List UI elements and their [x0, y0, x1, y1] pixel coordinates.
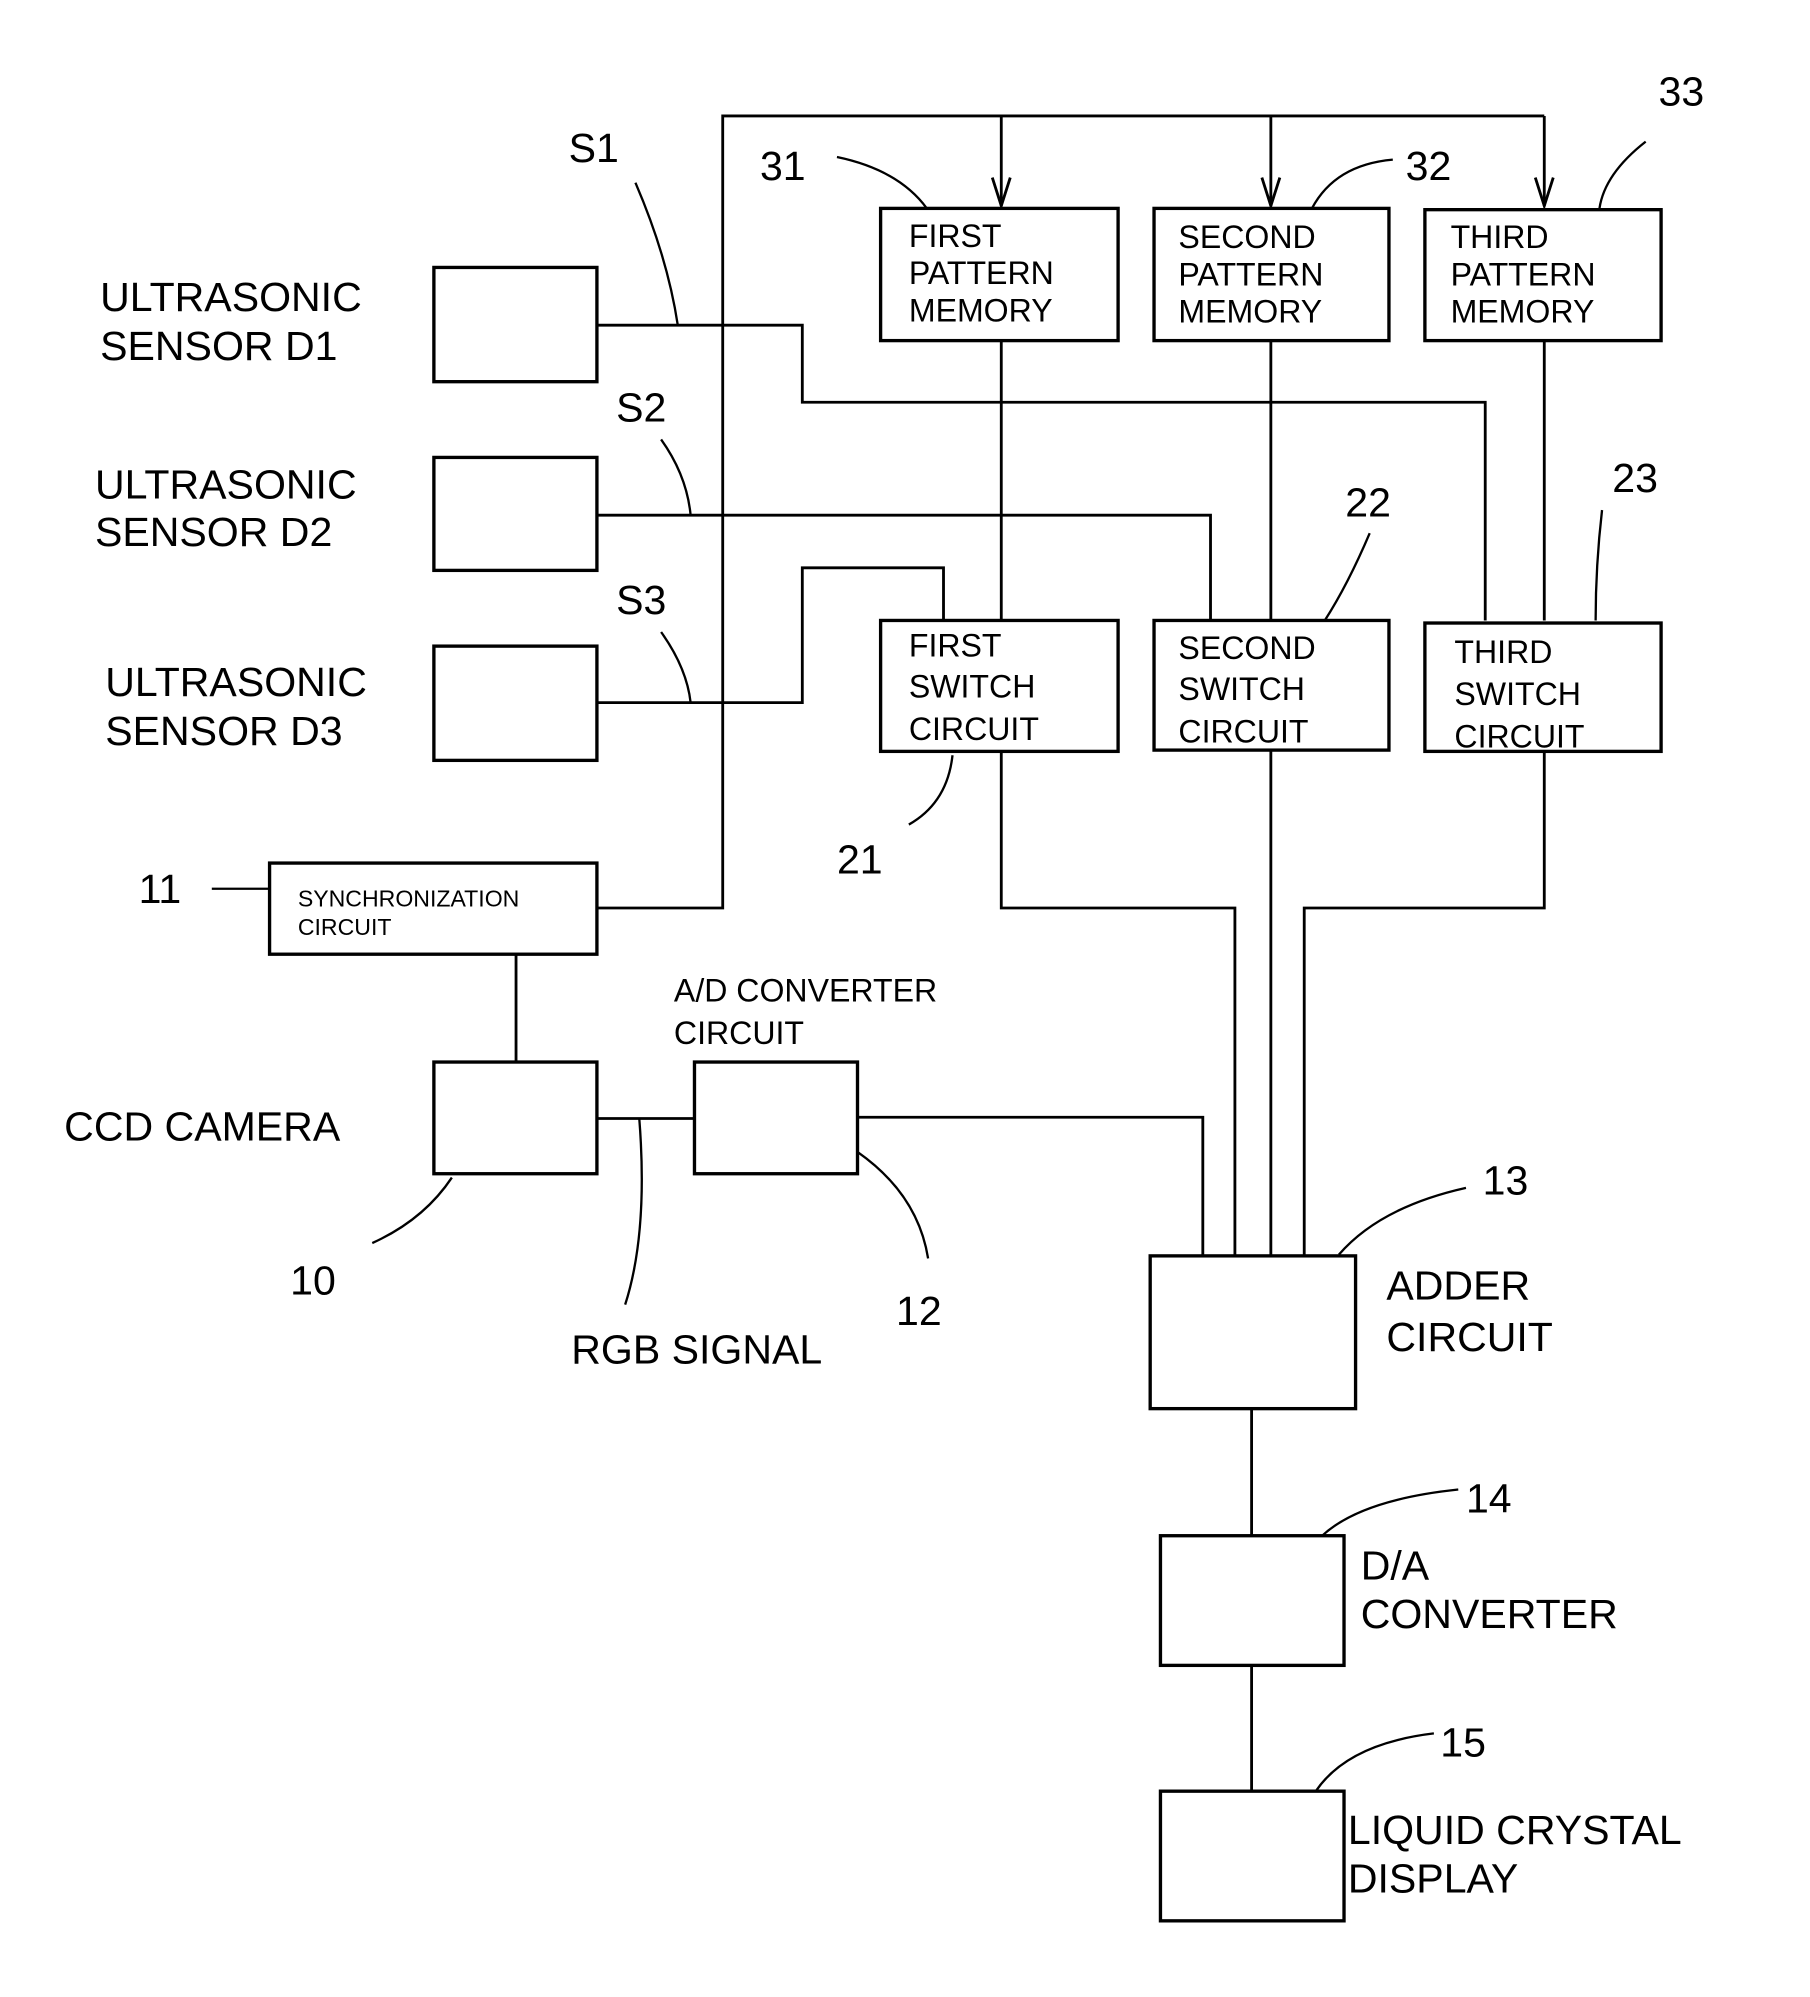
memory1-line3: MEMORY	[909, 292, 1053, 328]
lcd-line1: LIQUID CRYSTAL	[1348, 1807, 1682, 1853]
sensor-d1-line1: ULTRASONIC	[100, 274, 362, 320]
memory2-line3: MEMORY	[1178, 294, 1322, 330]
dac-line1: D/A	[1361, 1542, 1430, 1588]
memory1-line1: FIRST	[909, 218, 1002, 254]
ref-11: 11	[139, 866, 182, 912]
liquid-crystal-display: LIQUID CRYSTAL DISPLAY 15	[1158, 1720, 1682, 1923]
memory3-line3: MEMORY	[1451, 294, 1595, 330]
signal-s1-label: S1	[569, 125, 619, 171]
lcd-line2: DISPLAY	[1348, 1856, 1518, 1902]
synchronization-circuit: SYNCHRONIZATION CIRCUIT 11	[139, 861, 599, 956]
ccd-camera: CCD CAMERA 10	[64, 1060, 599, 1303]
switch2-line1: SECOND	[1178, 630, 1315, 666]
switch2-line3: CIRCUIT	[1178, 713, 1308, 749]
sensor-d3-line1: ULTRASONIC	[105, 659, 367, 705]
first-pattern-memory: FIRST PATTERN MEMORY 31	[760, 143, 1120, 343]
ref-32: 32	[1406, 143, 1452, 189]
adder-line1: ADDER	[1386, 1263, 1530, 1309]
leader-lines	[211, 140, 1647, 1792]
da-converter: D/A CONVERTER 14	[1158, 1476, 1618, 1668]
sync-line2: CIRCUIT	[298, 914, 392, 940]
adder-circuit: ADDER CIRCUIT 13	[1148, 1157, 1553, 1411]
sensor-d1-line2: SENSOR D1	[100, 323, 337, 369]
sensor-d3-line2: SENSOR D3	[105, 708, 342, 754]
sensor-d2-line2: SENSOR D2	[95, 509, 332, 555]
memory2-line1: SECOND	[1178, 219, 1315, 255]
ref-31: 31	[760, 143, 806, 189]
ref-13: 13	[1483, 1157, 1529, 1203]
signal-s2-label: S2	[616, 384, 666, 430]
sensor-d2-line1: ULTRASONIC	[95, 462, 357, 508]
memory1-line2: PATTERN	[909, 255, 1054, 291]
wire-sw1-adder	[999, 751, 1237, 1256]
switch2-line2: SWITCH	[1178, 671, 1305, 707]
ref-22: 22	[1345, 479, 1391, 525]
ref-14: 14	[1466, 1476, 1512, 1522]
ad-converter-circuit: A/D CONVERTER CIRCUIT 12	[674, 973, 942, 1334]
switch1-line2: SWITCH	[909, 668, 1036, 704]
wire-s1	[596, 323, 1487, 621]
rgb-signal-label: RGB SIGNAL	[571, 1327, 822, 1373]
memory3-line2: PATTERN	[1451, 256, 1596, 292]
signal-s3-label: S3	[616, 577, 666, 623]
ref-12: 12	[896, 1288, 942, 1334]
adder-line2: CIRCUIT	[1386, 1314, 1553, 1360]
ref-15: 15	[1440, 1720, 1486, 1766]
first-switch-circuit: FIRST SWITCH CIRCUIT 21	[837, 618, 1120, 882]
switch1-line1: FIRST	[909, 627, 1002, 663]
adc-line2: CIRCUIT	[674, 1015, 804, 1051]
ref-21: 21	[837, 836, 883, 882]
ref-23: 23	[1612, 455, 1658, 501]
switch3-line1: THIRD	[1454, 634, 1552, 670]
switch3-line3: CIRCUIT	[1454, 719, 1584, 755]
wires	[514, 114, 1555, 1792]
memory3-line1: THIRD	[1451, 219, 1549, 255]
block-diagram: ULTRASONIC SENSOR D1 S1 ULTRASONIC SENSO…	[64, 69, 1705, 1923]
ultrasonic-sensor-d1: ULTRASONIC SENSOR D1 S1	[100, 125, 619, 384]
adc-line1: A/D CONVERTER	[674, 973, 937, 1009]
second-switch-circuit: SECOND SWITCH CIRCUIT 22	[1152, 479, 1391, 752]
third-pattern-memory: THIRD PATTERN MEMORY 33	[1423, 69, 1705, 343]
switch1-line3: CIRCUIT	[909, 711, 1039, 747]
wire-adc-adder	[857, 1115, 1205, 1256]
ref-33: 33	[1659, 69, 1705, 115]
second-pattern-memory: SECOND PATTERN MEMORY 32	[1152, 143, 1452, 343]
camera-label: CCD CAMERA	[64, 1103, 341, 1149]
ultrasonic-sensor-d3: ULTRASONIC SENSOR D3 S3	[105, 577, 666, 763]
dac-line2: CONVERTER	[1361, 1591, 1618, 1637]
sync-line1: SYNCHRONIZATION	[298, 886, 520, 912]
memory2-line2: PATTERN	[1178, 256, 1323, 292]
ultrasonic-sensor-d2: ULTRASONIC SENSOR D2 S2	[95, 384, 666, 573]
switch3-line2: SWITCH	[1454, 676, 1581, 712]
ref-10: 10	[290, 1257, 336, 1303]
